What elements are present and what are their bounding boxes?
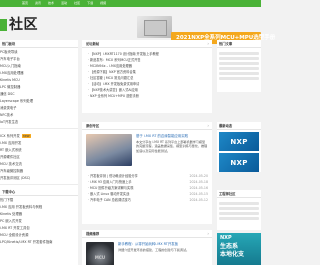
nav-item[interactable]: 社区 bbox=[74, 0, 80, 7]
list-item[interactable]: MCU 技术交流 bbox=[0, 160, 78, 167]
right-header-label: 热门文章 bbox=[219, 42, 233, 46]
list-item[interactable]: PC 嵌入式开发 bbox=[0, 217, 78, 224]
download-header-label: 下载中心 bbox=[2, 190, 16, 194]
featured-header-label: 原创专区 bbox=[86, 124, 100, 128]
right-header-label: 工程师社区 bbox=[219, 192, 236, 196]
chip-product-image[interactable] bbox=[137, 16, 172, 38]
header: 社区 2021NXP全系列MCU+MPU选型手册 bbox=[0, 9, 275, 44]
news-header-label: 论坛新帖 bbox=[86, 42, 100, 46]
more-link[interactable]: › bbox=[207, 123, 209, 128]
right-header-label: 最新动态 bbox=[219, 124, 233, 128]
left-list-2: ICX 系列开发 new i.MX 应用开发 RT 嵌入式系统 开源硬件社区 MC… bbox=[0, 132, 78, 181]
featured-panel: 原创专区 › 基于 i.MX RT 的边缘智能应用实践 本文分享在 i.MX R… bbox=[82, 122, 212, 224]
article-excerpt: 本文分享在 i.MX RT 系列平台上部署机器学习模型的完整流程，涵盖数据采集、… bbox=[136, 139, 208, 153]
left-header-label: 热门板块 bbox=[2, 42, 16, 46]
logo-mark[interactable] bbox=[0, 19, 7, 31]
right-header-3: 工程师社区 bbox=[217, 190, 261, 198]
right-header-2: 最新动态 bbox=[217, 122, 261, 130]
right-sidebar: 热门文章 最新动态 NXP NXP 工程师社区 NXP 生态系 本地化支 bbox=[217, 40, 261, 265]
video-header-label: 视频推荐 bbox=[86, 232, 100, 236]
video-summary: 新手教程：从零开始玩转i.MX RT开发板 详细介绍开发环境的搭建、工程的创建与… bbox=[118, 242, 208, 265]
more-link[interactable]: › bbox=[207, 41, 209, 46]
featured-list: 开发板评测 | 低功耗设计经验分享2024-05-20 i.MX 93 应用入门… bbox=[82, 170, 212, 203]
list-item[interactable]: 热门下载 bbox=[0, 196, 78, 203]
nav-item[interactable]: 技术 bbox=[48, 0, 54, 7]
nav-item[interactable]: 首页 bbox=[22, 0, 28, 7]
list-item[interactable]: 开发板评测区 (DSC) bbox=[0, 174, 78, 181]
list-item[interactable]: IoT开发生态 bbox=[0, 118, 78, 125]
featured-header: 原创专区 › bbox=[82, 122, 212, 130]
news-list: 【NXP】i.MXRT1170 设计指南 开发板上手教程 新品发布：MCX 系列… bbox=[82, 48, 212, 99]
news-header: 论坛新帖 › bbox=[82, 40, 212, 48]
video-header: 视频推荐 › bbox=[82, 230, 212, 238]
item-date: 2024-05-12 bbox=[189, 198, 208, 202]
right-header-1: 热门文章 bbox=[217, 40, 261, 48]
right-list-1 bbox=[217, 48, 261, 84]
list-item[interactable]: RT 嵌入式系统 bbox=[0, 146, 78, 153]
news-item[interactable]: 汽车电子 CAN 总线调试技巧2024-05-12 bbox=[88, 197, 208, 203]
list-item[interactable]: 汽车电子平台 bbox=[0, 55, 78, 62]
list-item[interactable]: i.MX 应用 开发板资料与例程 bbox=[0, 203, 78, 210]
list-item[interactable]: i.MX应用处理器 bbox=[0, 69, 78, 76]
nxp-logo-text: NXP bbox=[230, 158, 248, 167]
list-item[interactable]: LPC 微控制器 bbox=[0, 83, 78, 90]
left-sidebar: 热门板块 PC板块导读 汽车电子平台 MCU入门指南 i.MX应用处理器 Kin… bbox=[0, 40, 78, 265]
nav-item[interactable]: 活动 bbox=[61, 0, 67, 7]
left-list-3: 热门下载 i.MX 应用 开发板资料与例程 Kinetis 处理器 PC 嵌入式… bbox=[0, 196, 78, 245]
list-item[interactable]: 消费类电子 bbox=[0, 104, 78, 111]
featured-article[interactable]: 基于 i.MX RT 的边缘智能应用实践 本文分享在 i.MX RT 系列平台上… bbox=[82, 130, 212, 170]
video-thumbnail[interactable]: MCU bbox=[86, 242, 114, 265]
divider bbox=[0, 128, 78, 129]
list-item[interactable]: ICX 系列开发 new bbox=[0, 132, 78, 139]
nav-item[interactable]: 资讯 bbox=[35, 0, 41, 7]
chip-label: MCU bbox=[94, 254, 106, 260]
left-header: 热门板块 bbox=[0, 40, 78, 48]
new-badge: new bbox=[21, 133, 31, 138]
list-item[interactable]: 开源硬件社区 bbox=[0, 153, 78, 160]
divider bbox=[0, 184, 78, 185]
list-item[interactable]: LPC/Kinetis/i.MX RT 开发套件指南 bbox=[0, 238, 78, 245]
news-panel: 论坛新帖 › 【NXP】i.MXRT1170 设计指南 开发板上手教程 新品发布… bbox=[82, 40, 212, 113]
nxp-logo-tile[interactable]: NXP bbox=[219, 132, 259, 151]
ad-line-2: 本地化支 bbox=[220, 251, 245, 258]
nav-item[interactable]: 下载 bbox=[87, 0, 93, 7]
more-link[interactable]: › bbox=[207, 231, 209, 236]
article-summary: 基于 i.MX RT 的边缘智能应用实践 本文分享在 i.MX RT 系列平台上… bbox=[136, 134, 208, 166]
list-item[interactable]: PC板块导读 bbox=[0, 48, 78, 55]
video-title[interactable]: 新手教程：从零开始玩转i.MX RT开发板 bbox=[118, 242, 208, 247]
right-panel-3: 工程师社区 bbox=[217, 190, 261, 230]
list-item[interactable]: MCU入门指南 bbox=[0, 62, 78, 69]
ad-line-1: 生态系 bbox=[220, 243, 239, 250]
right-panel-1: 热门文章 bbox=[217, 40, 261, 92]
left-list-1: PC板块导读 汽车电子平台 MCU入门指南 i.MX应用处理器 Kinetis … bbox=[0, 48, 78, 125]
video-item[interactable]: MCU 新手教程：从零开始玩转i.MX RT开发板 详细介绍开发环境的搭建、工程… bbox=[82, 238, 212, 265]
nxp-logo-tile[interactable]: NXP bbox=[219, 153, 259, 172]
list-item[interactable]: Kinetis 处理器 bbox=[0, 210, 78, 217]
video-excerpt: 详细介绍开发环境的搭建、工程的创建与下载调试。 bbox=[118, 247, 190, 252]
top-nav: 首页 资讯 技术 活动 社区 下载 视频 bbox=[22, 0, 106, 7]
news-item[interactable]: NXP 全系列 MCU+MPU 选型手册 bbox=[88, 93, 208, 99]
ad-brand: NXP bbox=[220, 235, 232, 241]
main-column: 论坛新帖 › 【NXP】i.MXRT1170 设计指南 开发板上手教程 新品发布… bbox=[82, 40, 212, 265]
article-thumbnail[interactable] bbox=[86, 134, 132, 166]
list-item[interactable]: i.MX 应用开发 bbox=[0, 139, 78, 146]
download-header: 下载中心 bbox=[0, 188, 78, 196]
list-item[interactable]: MCU 全套设计资源 bbox=[0, 231, 78, 238]
video-panel: 视频推荐 › MCU 新手教程：从零开始玩转i.MX RT开发板 详细介绍开发环… bbox=[82, 230, 212, 265]
nav-item[interactable]: 视频 bbox=[100, 0, 106, 7]
list-item[interactable]: 通信 DSC bbox=[0, 90, 78, 97]
article-title[interactable]: 基于 i.MX RT 的边缘智能应用实践 bbox=[136, 134, 208, 139]
ecosystem-ad[interactable]: NXP 生态系 本地化支 bbox=[217, 233, 261, 265]
list-item[interactable]: i.MX RT 开发工具包 bbox=[0, 224, 78, 231]
right-list-3 bbox=[217, 198, 261, 224]
site-title[interactable]: 社区 bbox=[9, 15, 38, 35]
right-panel-2: 最新动态 NXP NXP bbox=[217, 122, 261, 172]
list-item[interactable]: NFC技术 bbox=[0, 111, 78, 118]
list-item[interactable]: 汽车级微控制器 bbox=[0, 167, 78, 174]
list-item[interactable]: Layerscape 系列处理 bbox=[0, 97, 78, 104]
list-item[interactable]: Kinetis MCU bbox=[0, 76, 78, 83]
nxp-logo-text: NXP bbox=[230, 137, 248, 146]
